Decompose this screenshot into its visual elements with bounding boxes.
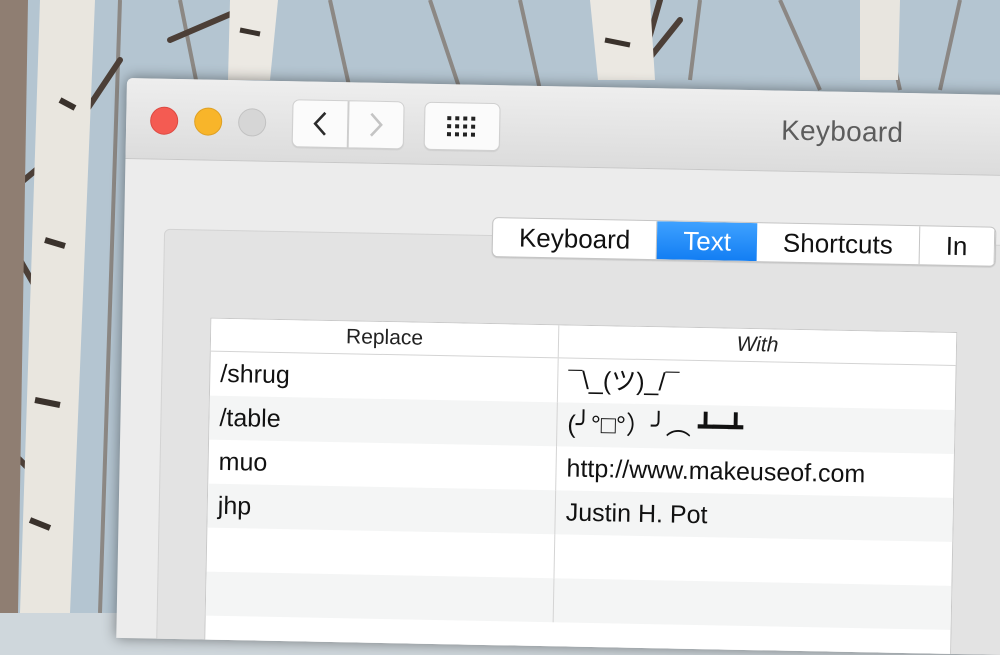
- chevron-right-icon: [369, 112, 383, 137]
- tab-shortcuts[interactable]: Shortcuts: [756, 223, 921, 265]
- with-cell[interactable]: http://www.makeuseof.com: [556, 446, 954, 498]
- zoom-button[interactable]: [237, 108, 267, 137]
- replace-cell[interactable]: /shrug: [209, 351, 559, 403]
- column-header-replace[interactable]: Replace: [210, 318, 560, 358]
- empty-cell: [206, 527, 556, 579]
- tab-keyboard[interactable]: Keyboard: [492, 218, 658, 260]
- close-button[interactable]: [149, 106, 179, 135]
- with-cell[interactable]: ¯\_(ツ)_/¯: [558, 358, 956, 410]
- with-cell[interactable]: (╯°□°）╯︵ ┻━┻: [557, 402, 955, 454]
- text-replacement-table[interactable]: Replace With /shrug ¯\_(ツ)_/¯ /table (╯°…: [204, 317, 958, 655]
- tab-text[interactable]: Text: [656, 221, 758, 262]
- chevron-left-icon: [313, 111, 327, 136]
- show-all-button[interactable]: [423, 101, 501, 152]
- minimize-button[interactable]: [193, 107, 223, 136]
- keyboard-preferences-window: Keyboard Keyboard Text Shortcuts In Repl…: [116, 78, 1000, 655]
- replace-cell[interactable]: jhp: [207, 483, 557, 535]
- replace-cell[interactable]: /table: [209, 395, 558, 447]
- with-cell[interactable]: Justin H. Pot: [555, 490, 953, 542]
- forward-button[interactable]: [347, 100, 405, 150]
- back-button[interactable]: [291, 99, 349, 149]
- grid-icon: [446, 116, 476, 137]
- empty-cell: [554, 534, 952, 586]
- title-bar: Keyboard: [125, 78, 1000, 177]
- tab-input-sources[interactable]: In: [919, 226, 995, 266]
- empty-cell: [554, 578, 952, 630]
- window-title: Keyboard: [780, 114, 904, 148]
- replace-cell[interactable]: muo: [208, 439, 558, 491]
- empty-cell: [205, 571, 555, 623]
